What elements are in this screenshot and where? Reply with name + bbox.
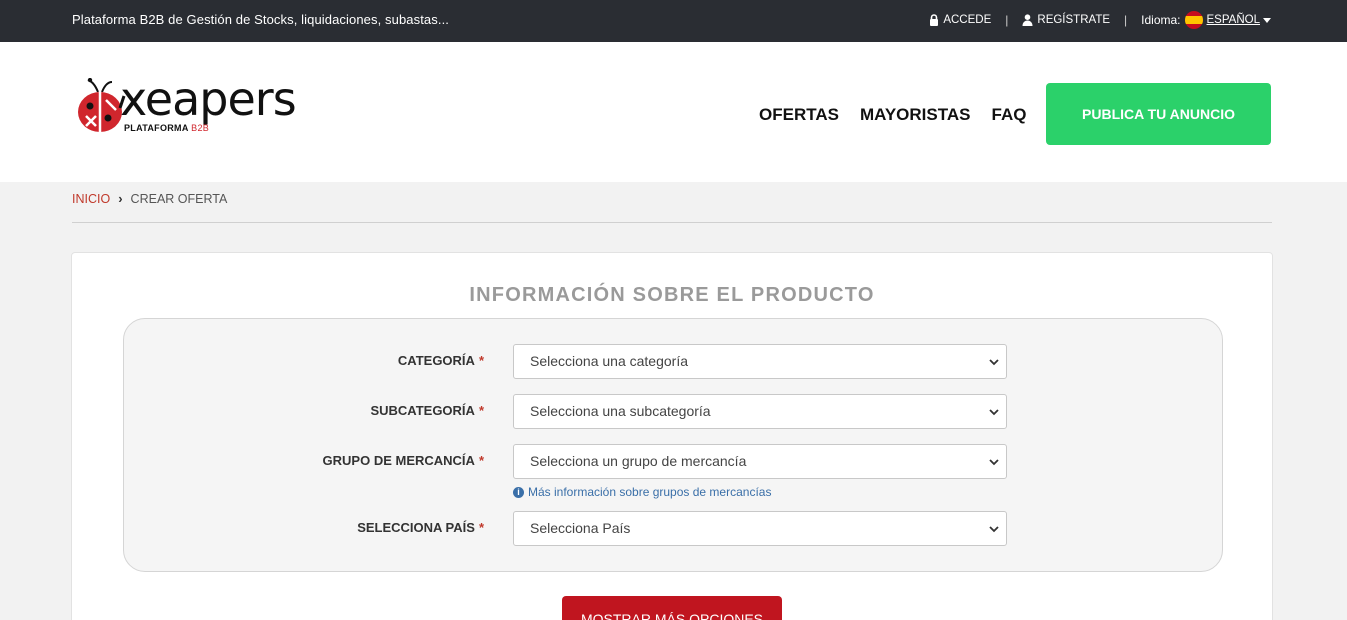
subcategory-select[interactable]: Selecciona una subcategoría [513, 394, 1007, 429]
nav-item-faq[interactable]: FAQ [992, 105, 1027, 125]
login-link[interactable]: ACCEDE [929, 14, 991, 26]
breadcrumb-current: CREAR OFERTA [130, 191, 228, 206]
caret-down-icon [1263, 17, 1271, 23]
chevron-right-icon: › [118, 191, 123, 206]
tagline: Plataforma B2B de Gestión de Stocks, liq… [72, 12, 450, 27]
nav-item-ofertas[interactable]: OFERTAS [759, 105, 839, 125]
main-nav: OFERTAS MAYORISTAS FAQ [759, 105, 1026, 125]
select-value: Selecciona País [530, 520, 631, 536]
select-value: Selecciona un grupo de mercancía [530, 453, 747, 469]
field-label: SELECCIONA PAÍS * [357, 520, 484, 535]
chevron-down-icon [988, 522, 1000, 538]
merchandise-group-select[interactable]: Selecciona un grupo de mercancía [513, 444, 1007, 479]
info-icon: i [513, 486, 524, 498]
divider [72, 222, 1272, 223]
required-marker: * [478, 520, 484, 535]
main-header: xeapers PLATAFORMA B2B OFERTAS MAYORISTA… [0, 42, 1347, 182]
product-form-card: INFORMACIÓN SOBRE EL PRODUCTO CATEGORÍA *… [71, 252, 1273, 620]
show-more-options-button[interactable]: MOSTRAR MÁS OPCIONES [562, 596, 782, 620]
country-select[interactable]: Selecciona País [513, 511, 1007, 546]
required-marker: * [478, 353, 484, 368]
field-label: CATEGORÍA * [398, 353, 484, 368]
field-label: GRUPO DE MERCANCÍA * [323, 453, 484, 468]
required-marker: * [478, 453, 484, 468]
chevron-down-icon [988, 405, 1000, 421]
logo[interactable]: xeapers PLATAFORMA B2B [76, 72, 326, 142]
nav-item-mayoristas[interactable]: MAYORISTAS [860, 105, 971, 125]
separator: | [1124, 13, 1128, 27]
select-value: Selecciona una categoría [530, 353, 688, 369]
field-label-text: CATEGORÍA [397, 353, 475, 368]
language-label: Idioma: [1141, 13, 1181, 27]
language-selector[interactable]: ESPAÑOL [1207, 14, 1271, 26]
spain-flag-icon [1184, 11, 1203, 29]
logo-subtitle: PLATAFORMA B2B [124, 123, 209, 133]
login-label: ACCEDE [943, 14, 992, 26]
lock-icon [929, 14, 939, 26]
merchandise-info-link[interactable]: i Más información sobre grupos de mercan… [513, 485, 771, 499]
breadcrumb: INICIO › CREAR OFERTA [72, 191, 227, 206]
info-link-text: Más información sobre grupos de mercancí… [528, 485, 772, 499]
language-value: ESPAÑOL [1206, 14, 1260, 26]
chevron-down-icon [988, 455, 1000, 471]
required-marker: * [478, 403, 484, 418]
register-link[interactable]: REGÍSTRATE [1022, 14, 1110, 26]
form-panel: CATEGORÍA * Selecciona una categoría SUBC… [123, 318, 1223, 572]
register-label: REGÍSTRATE [1037, 14, 1111, 26]
top-bar-actions: ACCEDE | REGÍSTRATE | Idioma: ESPAÑOL [929, 11, 1271, 29]
separator: | [1005, 13, 1009, 27]
field-label: SUBCATEGORÍA * [370, 403, 484, 418]
publish-ad-button[interactable]: PUBLICA TU ANUNCIO [1046, 83, 1271, 145]
field-label-text: GRUPO DE MERCANCÍA [322, 453, 475, 468]
logo-subtitle-text: PLATAFORMA [124, 123, 189, 133]
chevron-down-icon [988, 355, 1000, 371]
logo-wordmark: xeapers [120, 72, 297, 126]
field-label-text: SELECCIONA PAÍS [357, 520, 475, 535]
breadcrumb-home[interactable]: INICIO [72, 192, 110, 206]
select-value: Selecciona una subcategoría [530, 403, 711, 419]
logo-subtitle-accent: B2B [191, 123, 210, 133]
user-icon [1022, 14, 1033, 26]
section-title: INFORMACIÓN SOBRE EL PRODUCTO [469, 284, 875, 306]
top-bar: Plataforma B2B de Gestión de Stocks, liq… [0, 0, 1347, 42]
category-select[interactable]: Selecciona una categoría [513, 344, 1007, 379]
field-label-text: SUBCATEGORÍA [370, 403, 475, 418]
